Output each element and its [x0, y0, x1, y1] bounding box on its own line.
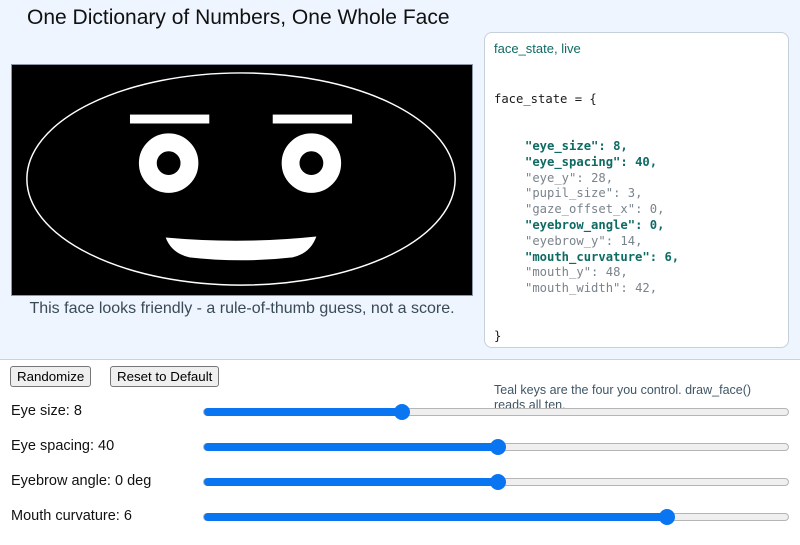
entry-value: 0, [649, 202, 665, 217]
face-caption: This face looks friendly - a rule-of-thu… [29, 300, 455, 317]
eye-spacing-label: Eye spacing: 40 [11, 438, 115, 454]
face-state-entry: "mouth_curvature": 6, [525, 249, 680, 264]
mouth-curvature-label: Mouth curvature: 6 [11, 508, 132, 524]
eyebrow-angle-slider[interactable] [203, 474, 789, 490]
mouth-curvature-slider[interactable] [203, 509, 789, 525]
mouth-curvature-slider-thumb[interactable] [658, 509, 675, 525]
face-state-entry: "eye_y": 28, [525, 170, 614, 185]
eye-spacing-slider-thumb[interactable] [490, 439, 507, 455]
mouth [165, 236, 317, 261]
entry-key: "eyebrow_angle" [525, 217, 636, 232]
reset-button[interactable]: Reset to Default [110, 366, 220, 387]
eyebrow-angle-slider-thumb[interactable] [490, 474, 507, 490]
slider-row-eye-size: Eye size: 8 [0, 400, 800, 424]
slider-row-mouth-curvature: Mouth curvature: 6 [0, 505, 800, 529]
entry-key: "eye_spacing" [525, 154, 621, 169]
entry-value: 48, [605, 265, 628, 280]
entry-value: 14, [620, 233, 643, 248]
card-title: face_state, live [494, 41, 581, 56]
face-state-entry: "pupil_size": 3, [525, 186, 643, 201]
face-preview-panel: One Dictionary of Numbers, One Whole Fac… [0, 0, 800, 412]
face-state-entry: "eye_spacing": 40, [525, 154, 658, 169]
entry-key: "eye_size" [525, 138, 599, 153]
eye-size-slider[interactable] [203, 404, 789, 420]
eye-spacing-slider-fill [204, 443, 499, 451]
code-close: } [494, 328, 502, 343]
mouth-curvature-slider-fill [204, 513, 667, 521]
eye-size-slider-thumb[interactable] [394, 404, 411, 420]
entry-value: 3, [627, 186, 643, 201]
entry-value: 6, [664, 249, 680, 264]
left-eye [138, 133, 199, 193]
entry-key: "mouth_curvature" [525, 249, 650, 264]
entry-key: "eyebrow_y" [525, 233, 606, 248]
entry-value: 40, [635, 154, 658, 169]
face-canvas [11, 64, 473, 296]
eye-size-label: Eye size: 8 [11, 403, 82, 419]
face-state-entry: "eyebrow_y": 14, [525, 233, 643, 248]
face-state-entry: "eye_size": 8, [525, 138, 628, 153]
right-eye [281, 133, 342, 193]
face-state-card: face_state, live face_state = { "eye_siz… [484, 32, 789, 412]
face-state-entry: "mouth_y": 48, [525, 265, 628, 280]
entry-value: 0, [649, 217, 665, 232]
code-entries: "eye_size": 8, "eye_spacing": 40, "eye_y":… [494, 139, 779, 297]
entry-key: "mouth_width" [525, 281, 621, 296]
face-state-entry: "mouth_width": 42, [525, 281, 658, 296]
eyebrow-angle-slider-fill [204, 478, 499, 486]
eye-size-slider-fill [204, 408, 403, 416]
face-state-code: face_state = { "eye_size": 8, "eye_spacin… [494, 60, 779, 376]
entry-key: "gaze_offset_x" [525, 202, 636, 217]
entry-value: 42, [635, 281, 658, 296]
entry-key: "mouth_y" [525, 265, 592, 280]
eyebrow-angle-label: Eyebrow angle: 0 deg [11, 473, 152, 489]
face-state-entry: "eyebrow_angle": 0, [525, 217, 665, 232]
code-open: face_state = { [494, 91, 597, 106]
entry-value: 28, [591, 170, 614, 185]
slider-row-eye-spacing: Eye spacing: 40 [0, 435, 800, 459]
randomize-button[interactable]: Randomize [10, 366, 92, 387]
right-eyebrow [272, 114, 353, 124]
face-drawing [26, 72, 456, 286]
entry-key: "pupil_size" [525, 186, 614, 201]
left-eyebrow [129, 114, 210, 124]
slider-row-eyebrow-angle: Eyebrow angle: 0 deg [0, 470, 800, 494]
eye-spacing-slider[interactable] [203, 439, 789, 455]
page-title: One Dictionary of Numbers, One Whole Fac… [27, 6, 450, 29]
entry-value: 8, [613, 138, 628, 153]
face-state-entry: "gaze_offset_x": 0, [525, 202, 665, 217]
controls-panel: Randomize Reset to Default Eye size: 8 Ey… [0, 360, 800, 545]
entry-key: "eye_y" [525, 170, 577, 185]
